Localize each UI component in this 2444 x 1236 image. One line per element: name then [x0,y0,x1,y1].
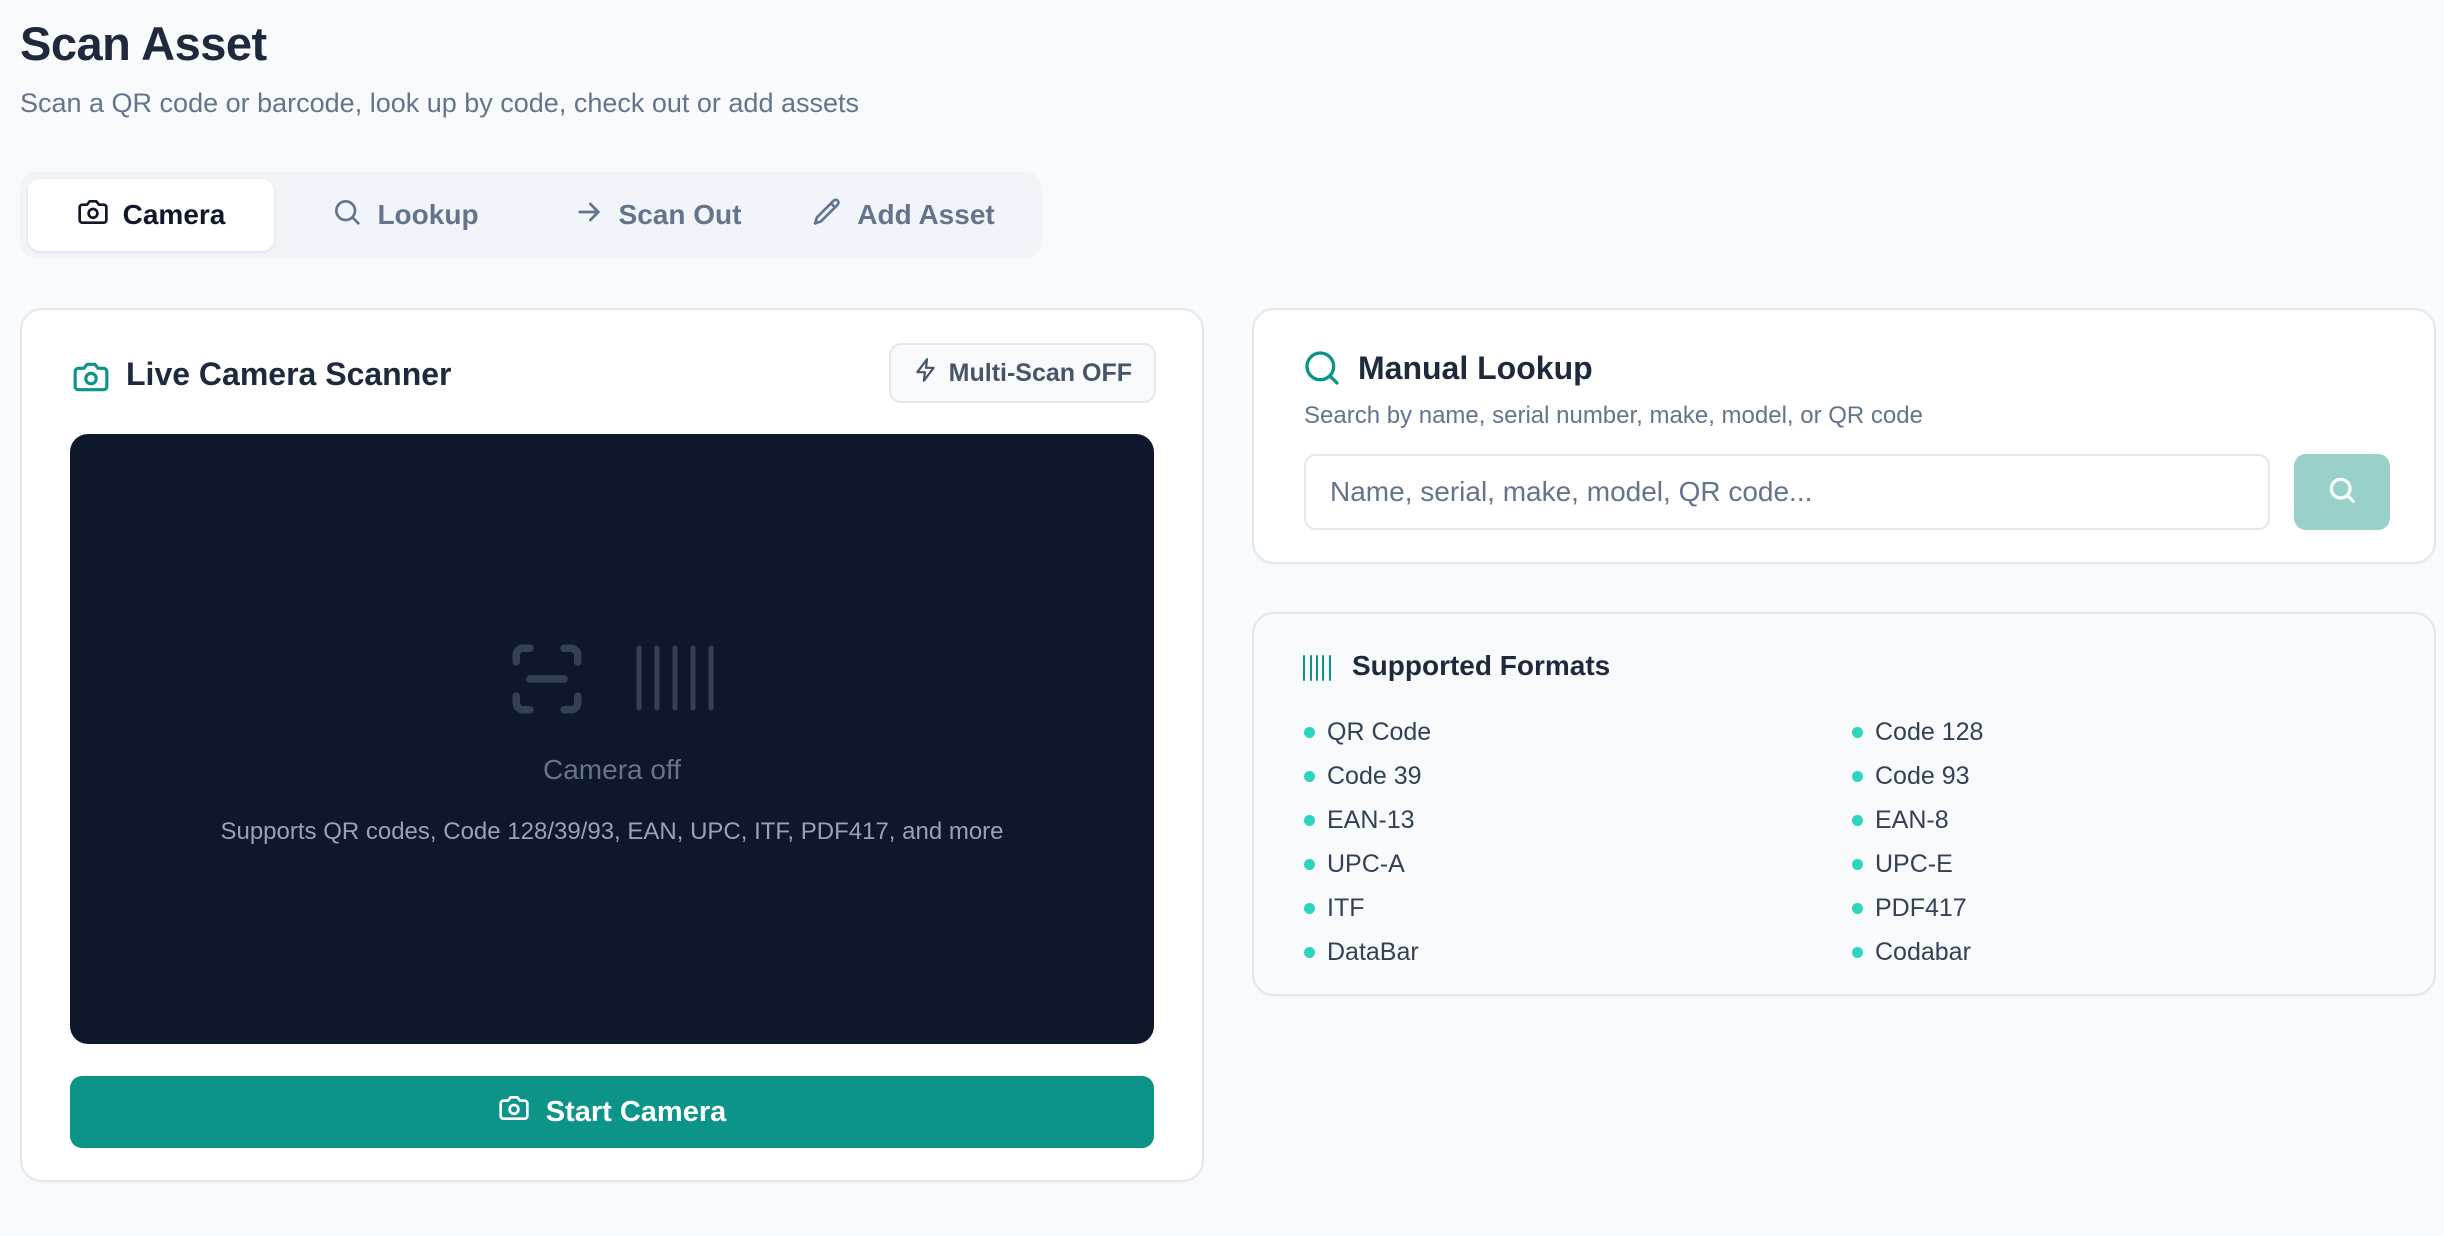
format-label: Codabar [1875,937,1971,966]
lookup-search-button[interactable] [2294,454,2390,530]
bullet-dot [1304,902,1315,914]
tab-lookup-label: Lookup [377,199,479,230]
format-item: PDF417 [1852,886,2400,930]
bullet-dot [1852,946,1863,958]
format-item: Code 93 [1852,754,2400,798]
bullet-dot [1852,902,1863,914]
tab-lookup[interactable]: Lookup [274,179,536,251]
format-label: QR Code [1327,717,1432,746]
lookup-card-title: Manual Lookup [1358,350,1593,386]
format-label: DataBar [1327,937,1419,966]
lookup-search-input[interactable] [1304,454,2270,530]
format-item: Codabar [1852,930,2400,974]
tab-bar: Camera Lookup Scan Out Add Asset [20,172,1042,258]
format-label: UPC-A [1327,849,1405,878]
start-camera-label: Start Camera [545,1095,727,1128]
camera-status: Camera off [543,754,681,785]
page-subtitle: Scan a QR code or barcode, look up by co… [20,88,859,118]
format-item: UPC-E [1852,842,2400,886]
tab-add-asset-label: Add Asset [857,199,995,230]
manual-lookup-card: Manual Lookup Search by name, serial num… [1252,308,2436,564]
format-item: EAN-8 [1852,798,2400,842]
format-item: ITF [1304,886,1852,930]
bullet-dot [1304,946,1315,958]
format-item: DataBar [1304,930,1852,974]
format-label: UPC-E [1875,849,1953,878]
camera-icon [77,196,109,235]
format-label: Code 93 [1875,761,1970,790]
start-camera-button[interactable]: Start Camera [70,1076,1154,1148]
tab-camera-label: Camera [122,199,226,230]
format-label: ITF [1327,893,1365,922]
tab-camera[interactable]: Camera [28,179,274,251]
scan-frame-icon [506,638,588,720]
arrow-right-icon [573,196,605,235]
format-label: Code 39 [1327,761,1422,790]
tab-add-asset[interactable]: Add Asset [778,179,1028,251]
multi-scan-label: Multi-Scan OFF [948,358,1132,387]
barcode-icon [1302,654,1332,682]
supported-formats-hint: Supports QR codes, Code 128/39/93, EAN, … [220,818,1004,845]
format-item: EAN-13 [1304,798,1852,842]
camera-scanner-card: Live Camera Scanner Multi-Scan OFF Camer… [20,308,1204,1182]
camera-viewport: Camera off Supports QR codes, Code 128/3… [70,434,1154,1044]
bullet-dot [1304,814,1315,826]
format-label: EAN-8 [1875,805,1949,834]
camera-icon [72,358,110,396]
formats-list: QR Code Code 128 Code 39 Code 93 EAN-13 … [1304,710,2404,974]
format-label: Code 128 [1875,717,1984,746]
tab-scan-out[interactable]: Scan Out [536,179,778,251]
format-item: Code 39 [1304,754,1852,798]
format-item: QR Code [1304,710,1852,754]
format-item: Code 128 [1852,710,2400,754]
lightning-icon [913,357,939,390]
formats-card-title: Supported Formats [1352,650,1611,681]
bullet-dot [1304,770,1315,782]
supported-formats-card: Supported Formats QR Code Code 128 Code … [1252,612,2436,996]
bullet-dot [1304,726,1315,738]
format-label: PDF417 [1875,893,1967,922]
lookup-description: Search by name, serial number, make, mod… [1304,402,1923,429]
pencil-icon [811,196,843,235]
page-title: Scan Asset [20,17,267,70]
bullet-dot [1304,858,1315,870]
multi-scan-toggle[interactable]: Multi-Scan OFF [888,343,1156,403]
bullet-dot [1852,726,1863,738]
search-icon [331,196,363,235]
bullet-dot [1852,814,1863,826]
camera-card-title: Live Camera Scanner [126,356,452,392]
barcode-icon [634,644,716,712]
tab-scan-out-label: Scan Out [618,199,742,230]
bullet-dot [1852,770,1863,782]
camera-icon [498,1092,530,1132]
search-icon [2326,474,2358,511]
format-item: UPC-A [1304,842,1852,886]
format-label: EAN-13 [1327,805,1415,834]
bullet-dot [1852,858,1863,870]
search-icon [1302,348,1342,388]
